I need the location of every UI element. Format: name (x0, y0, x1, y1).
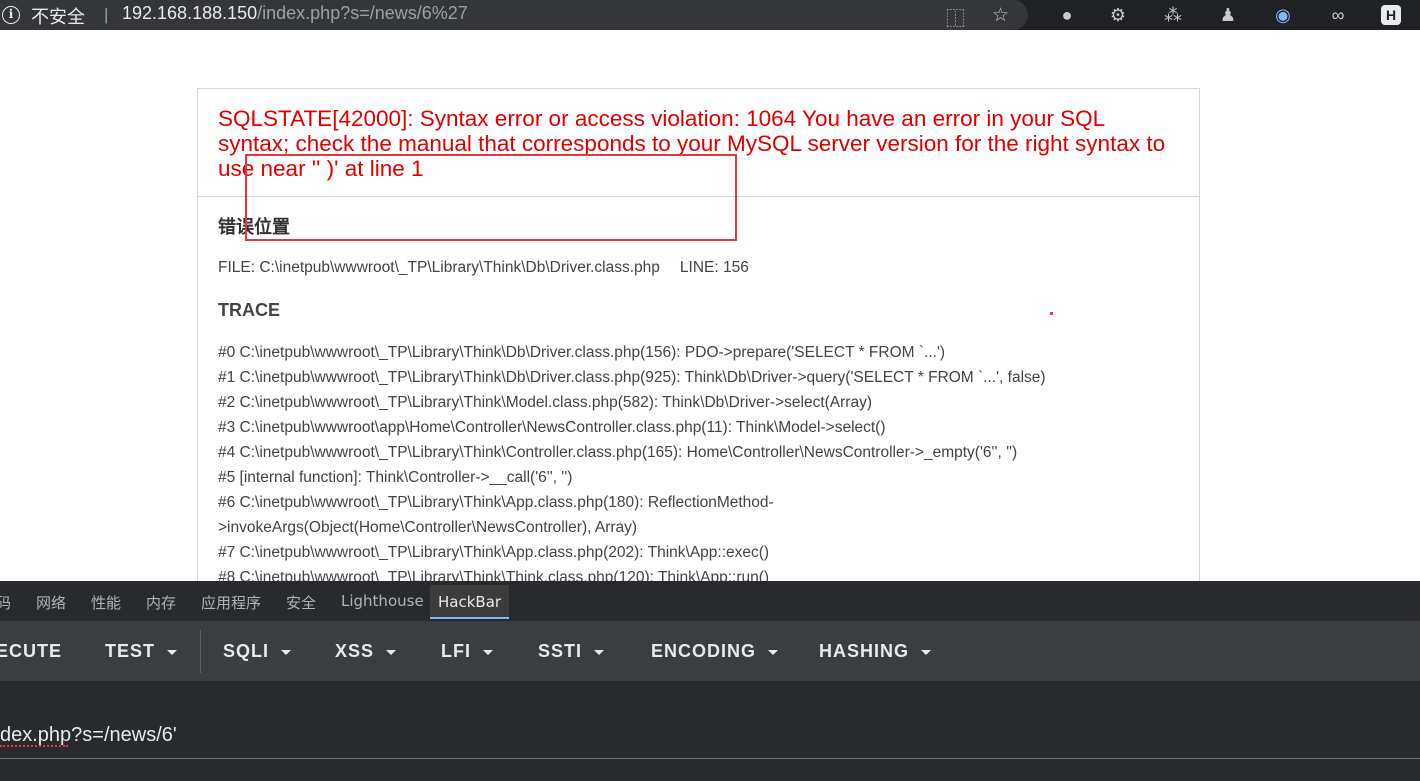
highlight-annotation-box (245, 154, 737, 241)
trace-line: #4 C:\inetpub\wwwroot\_TP\Library\Think\… (218, 444, 1018, 461)
trace-line: #0 C:\inetpub\wwwroot\_TP\Library\Think\… (218, 344, 946, 361)
cookie-paused-extension-icon[interactable]: ● (1055, 3, 1079, 27)
trace-line: #3 C:\inetpub\wwwroot\app\Home\Controlle… (218, 419, 886, 436)
ssti-dropdown[interactable]: SSTI (538, 641, 605, 662)
url-separator: | (104, 5, 109, 24)
caret-down-icon (281, 649, 292, 655)
tab-hackbar[interactable]: HackBar (430, 585, 510, 619)
lfi-dropdown[interactable]: LFI (441, 641, 493, 662)
devtools-tabbar: 码 网络 性能 内存 应用程序 安全 Lighthouse HackBar (0, 581, 1420, 622)
error-file: FILE: C:\inetpub\wwwroot\_TP\Library\Thi… (218, 259, 660, 276)
annotation-dot (1050, 312, 1053, 315)
test-dropdown[interactable]: TEST (105, 641, 178, 662)
trace-line: >invokeArgs(Object(Home\Controller\NewsC… (218, 519, 638, 536)
xss-label: XSS (335, 641, 375, 661)
sqli-label: SQLI (223, 641, 270, 661)
trace-line: #1 C:\inetpub\wwwroot\_TP\Library\Think\… (218, 369, 1046, 386)
trace-line: #8 C:\inetpub\wwwroot\_TP\Library\Think\… (218, 569, 770, 581)
trace-list: #0 C:\inetpub\wwwroot\_TP\Library\Think\… (218, 340, 1179, 581)
info-icon[interactable]: i (2, 6, 20, 24)
hackbar-url-field[interactable]: dex.php?s=/news/6' (0, 681, 1420, 781)
caret-down-icon (167, 649, 178, 655)
hackbar-toolbar: ECUTE TEST SQLI XSS LFI SSTI ENCODING HA… (0, 622, 1420, 681)
tab-security[interactable]: 安全 (286, 592, 316, 613)
caret-down-icon (386, 649, 397, 655)
browser-toolbar: i 不安全 | 192.168.188.150/index.php?s=/new… (0, 0, 1420, 30)
spellcheck-underline (0, 744, 68, 747)
cluster-extension-icon[interactable]: ⁂ (1161, 3, 1185, 27)
error-line: LINE: 156 (679, 259, 749, 276)
caret-down-icon (921, 649, 932, 655)
url-text[interactable]: 192.168.188.150/index.php?s=/news/6%27 (122, 3, 468, 24)
execute-label: ECUTE (0, 641, 63, 661)
toolbar-divider (200, 630, 201, 673)
security-status[interactable]: 不安全 (31, 3, 85, 29)
h-extension-icon[interactable]: H (1381, 5, 1401, 25)
caret-down-icon (483, 649, 493, 655)
encoding-label: ENCODING (651, 641, 757, 661)
tab-sources[interactable]: 码 (0, 592, 11, 613)
hashing-dropdown[interactable]: HASHING (819, 641, 932, 662)
trace-title: TRACE (218, 300, 280, 320)
trace-line: #2 C:\inetpub\wwwroot\_TP\Library\Think\… (218, 394, 872, 411)
sqli-dropdown[interactable]: SQLI (223, 641, 292, 662)
tab-performance[interactable]: 性能 (91, 592, 121, 613)
execute-button[interactable]: ECUTE (0, 641, 62, 662)
gear-extension-icon[interactable]: ⚙ (1106, 3, 1130, 27)
translate-icon[interactable]: ⿰ (946, 4, 965, 31)
trace-line: #5 [internal function]: Think\Controller… (218, 469, 573, 486)
address-bar[interactable]: i 不安全 | 192.168.188.150/index.php?s=/new… (0, 0, 1028, 30)
ssti-label: SSTI (538, 641, 583, 661)
star-icon[interactable]: ☆ (992, 4, 1009, 27)
circle-extension-icon[interactable]: ◉ (1271, 3, 1295, 27)
tab-lighthouse[interactable]: Lighthouse (341, 592, 424, 610)
lfi-label: LFI (441, 641, 471, 661)
error-body: 错误位置 FILE: C:\inetpub\wwwroot\_TP\Librar… (198, 197, 1199, 581)
error-file-line: FILE: C:\inetpub\wwwroot\_TP\Library\Thi… (218, 259, 1179, 277)
caret-down-icon (594, 649, 605, 655)
devtools-panel: 码 网络 性能 内存 应用程序 安全 Lighthouse HackBar EC… (0, 581, 1420, 781)
trace-line: #6 C:\inetpub\wwwroot\_TP\Library\Think\… (218, 494, 774, 511)
xss-dropdown[interactable]: XSS (335, 641, 397, 662)
hashing-label: HASHING (819, 641, 910, 661)
encoding-dropdown[interactable]: ENCODING (651, 641, 779, 662)
caret-down-icon (768, 649, 779, 655)
test-label: TEST (105, 641, 156, 661)
input-underline (0, 758, 1420, 759)
tab-memory[interactable]: 内存 (146, 592, 176, 613)
trace-line: #7 C:\inetpub\wwwroot\_TP\Library\Think\… (218, 544, 770, 561)
spy-extension-icon[interactable]: ♟ (1216, 3, 1240, 27)
tab-network[interactable]: 网络 (36, 592, 66, 613)
url-host: 192.168.188.150 (122, 3, 258, 23)
url-path: /index.php?s=/news/6%27 (257, 3, 468, 23)
owl-extension-icon[interactable]: ∞ (1326, 3, 1350, 27)
tab-application[interactable]: 应用程序 (201, 592, 261, 613)
